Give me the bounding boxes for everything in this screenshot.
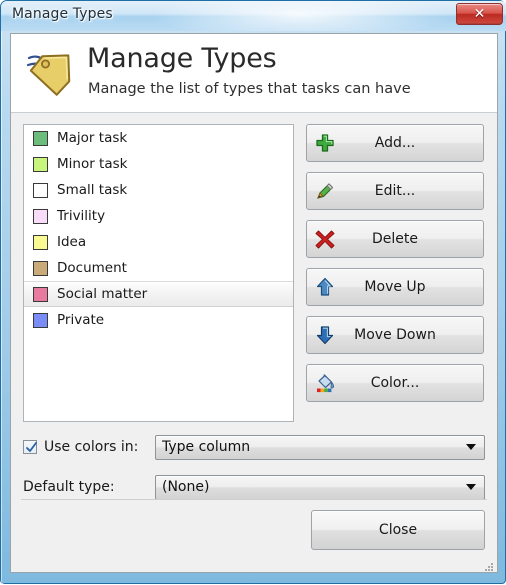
resize-grip-icon[interactable] (482, 557, 494, 571)
list-item[interactable]: Document (24, 255, 293, 281)
color-swatch (33, 234, 48, 250)
color-swatch (33, 208, 48, 224)
pencil-icon (314, 180, 336, 202)
list-item[interactable]: Small task (24, 177, 293, 203)
delete-button[interactable]: Delete (306, 220, 484, 258)
default-type-value: (None) (162, 479, 210, 495)
button-label: Edit... (374, 183, 416, 199)
types-listbox[interactable]: Major task Minor task Small task Trivility I… (23, 124, 294, 422)
close-button-label: Close (378, 522, 418, 538)
use-colors-checkbox[interactable] (23, 440, 37, 454)
title-bar: Manage Types ✕ (1, 1, 506, 31)
paint-bucket-icon (314, 372, 336, 394)
use-colors-combobox[interactable]: Type column (155, 434, 485, 460)
window-close-button[interactable]: ✕ (456, 3, 503, 25)
default-type-label: Default type: (23, 479, 115, 495)
button-label: Color... (370, 375, 420, 391)
dialog-window: Manage Types ✕ Manage Types Manage the l… (0, 0, 506, 585)
list-item[interactable]: Trivility (24, 203, 293, 229)
window-title: Manage Types (12, 6, 113, 22)
list-item-label: Minor task (57, 156, 128, 172)
move-down-button[interactable]: Move Down (306, 316, 484, 354)
color-swatch (33, 286, 48, 302)
color-swatch (33, 260, 48, 276)
edit-button[interactable]: Edit... (306, 172, 484, 210)
list-item[interactable]: Social matter (24, 281, 293, 307)
list-item-label: Private (57, 312, 105, 328)
checkmark-icon (26, 442, 37, 452)
color-button[interactable]: Color... (306, 364, 484, 402)
tag-icon (23, 42, 83, 102)
use-colors-row: Use colors in: Type column (23, 434, 485, 460)
delete-x-icon (314, 228, 336, 250)
list-item[interactable]: Minor task (24, 151, 293, 177)
list-item[interactable]: Major task (24, 125, 293, 151)
action-buttons-panel: Add... Edit... Delete Move Up Move Down Color… (306, 124, 484, 412)
color-swatch (33, 130, 48, 146)
color-swatch (33, 312, 48, 328)
list-item-label: Document (57, 260, 127, 276)
chevron-down-icon (466, 444, 476, 450)
color-swatch (33, 182, 48, 198)
button-label: Add... (374, 135, 416, 151)
page-title: Manage Types (87, 43, 277, 74)
footer-separator (21, 499, 487, 500)
move-up-button[interactable]: Move Up (306, 268, 484, 306)
dialog-client-area: Manage Types Manage the list of types th… (10, 33, 498, 573)
list-item-label: Major task (57, 130, 128, 146)
arrow-down-icon (314, 324, 336, 346)
list-item-label: Social matter (57, 286, 148, 302)
dialog-header: Manage Types Manage the list of types th… (11, 34, 497, 113)
page-subtitle: Manage the list of types that tasks can … (88, 81, 411, 97)
plus-icon (314, 132, 336, 154)
close-icon: ✕ (473, 6, 486, 22)
chevron-down-icon (466, 484, 476, 490)
close-button[interactable]: Close (311, 510, 485, 550)
list-item-label: Small task (57, 182, 128, 198)
list-item[interactable]: Idea (24, 229, 293, 255)
button-label: Delete (372, 231, 418, 247)
title-bar-glow (151, 1, 451, 31)
list-item[interactable]: Private (24, 307, 293, 333)
button-label: Move Down (354, 327, 436, 343)
list-item-label: Idea (57, 234, 87, 250)
button-label: Move Up (364, 279, 426, 295)
default-type-combobox[interactable]: (None) (155, 474, 485, 500)
list-item-label: Trivility (57, 208, 106, 224)
use-colors-value: Type column (162, 439, 251, 455)
add-button[interactable]: Add... (306, 124, 484, 162)
use-colors-label: Use colors in: (44, 439, 139, 455)
arrow-up-icon (314, 276, 336, 298)
color-swatch (33, 156, 48, 172)
default-type-row: Default type: (None) (23, 474, 485, 500)
